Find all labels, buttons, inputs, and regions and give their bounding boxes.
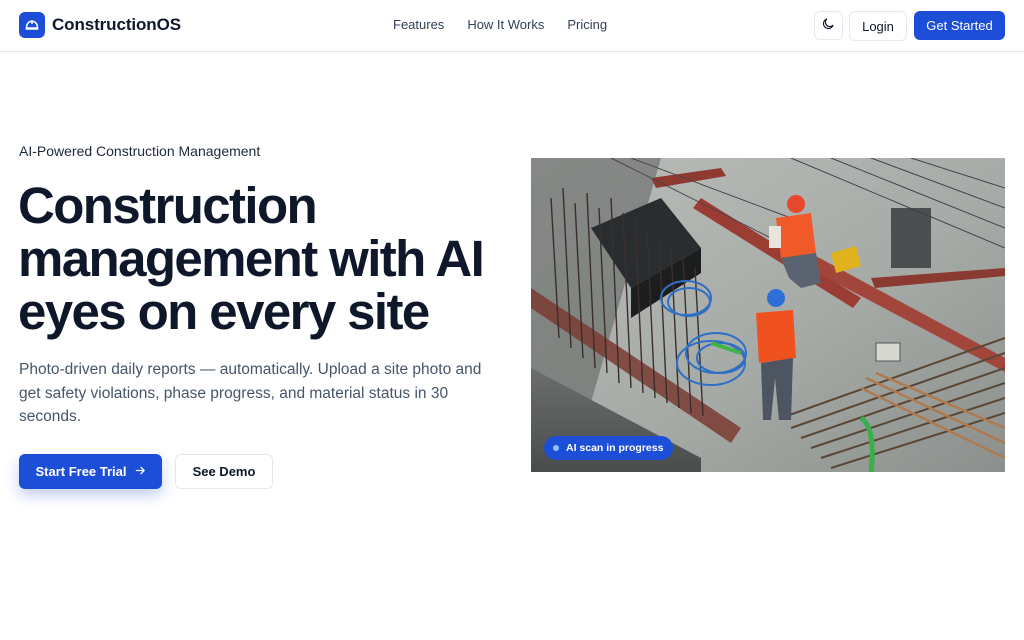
login-button[interactable]: Login [849,11,907,41]
brand-logo[interactable]: ConstructionOS [19,12,181,38]
ai-scan-label: AI scan in progress [566,442,664,454]
nav-link-pricing[interactable]: Pricing [567,17,607,32]
status-dot-icon [553,445,559,451]
hero-subheadline: Photo-driven daily reports — automatical… [19,361,482,425]
start-free-trial-button[interactable]: Start Free Trial [19,454,162,489]
moon-icon [822,17,835,35]
construction-site-illustration [531,158,1005,472]
main-nav: Features How It Works Pricing [393,17,607,32]
see-demo-button[interactable]: See Demo [175,454,273,489]
hero-eyebrow: AI-Powered Construction Management [19,143,261,159]
nav-link-how-it-works[interactable]: How It Works [467,17,544,32]
site-header: ConstructionOS Features How It Works Pri… [0,0,1024,52]
start-free-trial-label: Start Free Trial [35,464,127,479]
nav-link-features[interactable]: Features [393,17,444,32]
ai-scan-badge: AI scan in progress [544,436,674,460]
get-started-button[interactable]: Get Started [914,11,1005,40]
brand-name: ConstructionOS [52,15,181,34]
hard-hat-icon [19,12,45,38]
hero-headline: Construction management with AI eyes on … [18,177,485,340]
arrow-right-icon [135,464,146,479]
theme-toggle-button[interactable] [814,11,843,40]
hero-site-photo: AI scan in progress [531,158,1005,472]
